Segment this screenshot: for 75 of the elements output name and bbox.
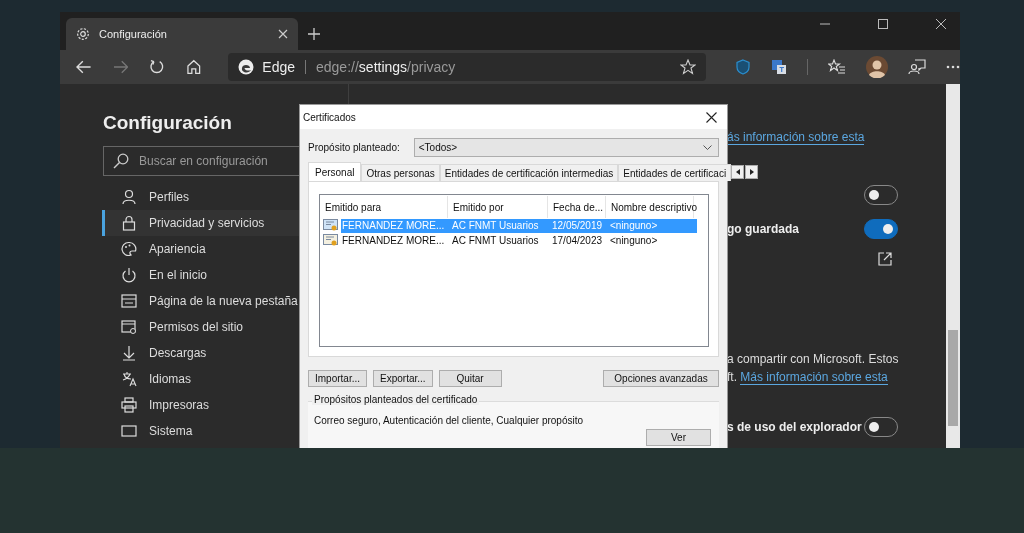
dialog-title: Certificados: [303, 111, 356, 123]
dialog-tab[interactable]: Entidades de certificaci: [618, 164, 732, 181]
url-text: edge://settings/privacy: [316, 59, 456, 75]
sidebar-item[interactable]: Página de la nueva pestaña: [102, 288, 348, 314]
favorites-icon[interactable]: [828, 59, 846, 75]
back-icon[interactable]: [76, 60, 92, 74]
column-header[interactable]: Emitido para: [320, 196, 448, 218]
purpose-dropdown[interactable]: <Todos>: [413, 138, 719, 157]
sidebar-item[interactable]: Permisos del sitio: [102, 314, 348, 340]
dialog-button[interactable]: Exportar...: [373, 370, 433, 387]
left-arrow-icon: [735, 169, 740, 175]
dialog-button[interactable]: Importar...: [308, 370, 367, 387]
settings-icon: [76, 27, 90, 41]
sidebar-item[interactable]: En el inicio: [102, 262, 348, 288]
menu-item-icon: [121, 215, 137, 231]
search-icon: [113, 153, 129, 169]
table-cell-text: FERNANDEZ MORE...: [341, 235, 446, 246]
dialog-tab[interactable]: Entidades de certificación intermedias: [439, 164, 619, 181]
menu-item-icon: [121, 345, 137, 361]
shield-icon[interactable]: [735, 59, 751, 75]
close-icon[interactable]: [706, 111, 717, 123]
table-cell-text: AC FNMT Usuarios: [451, 220, 540, 231]
description-text: a compartir con Microsoft. Estos: [727, 352, 899, 366]
menu-item-icon: [121, 293, 137, 309]
more-icon[interactable]: [946, 65, 960, 69]
description-text: ft. Más información sobre esta: [727, 370, 888, 384]
group-title: Propósitos planteados del certificado: [312, 394, 480, 405]
menu-item-icon: [121, 241, 137, 257]
certificate-icon: [323, 234, 339, 247]
avatar[interactable]: [866, 56, 888, 78]
certificate-row[interactable]: FERNANDEZ MORE... AC FNMT Usuarios 17/04/2023 <ninguno>: [341, 233, 697, 248]
new-tab-icon[interactable]: [308, 28, 320, 40]
view-button[interactable]: Ver: [646, 429, 711, 446]
column-header[interactable]: Emitido por: [448, 196, 548, 218]
menu-item-icon: [121, 319, 137, 335]
dialog-tab[interactable]: Otras personas: [361, 164, 440, 181]
menu-item-icon: [121, 189, 137, 205]
purposes-text: Correo seguro, Autenticación del cliente, Cualquier propósito: [314, 415, 585, 426]
toggle-switch[interactable]: [864, 219, 899, 239]
table-cell-text: <ninguno>: [609, 220, 659, 231]
dialog-tab[interactable]: Personal: [308, 162, 362, 181]
table-cell-text: 17/04/2023: [551, 235, 604, 246]
browser-brand: Edge: [262, 59, 295, 75]
external-link-icon[interactable]: [878, 252, 893, 266]
advanced-options-button[interactable]: Opciones avanzadas: [603, 370, 719, 387]
column-header[interactable]: Fecha de...: [548, 196, 606, 218]
menu-item-icon: [121, 397, 137, 413]
chevron-down-icon: [703, 145, 712, 150]
menu-item-icon: [121, 267, 137, 283]
sidebar-item[interactable]: Descargas: [102, 340, 348, 366]
table-cell-text: AC FNMT Usuarios: [451, 235, 540, 246]
browser-logo-icon: [238, 59, 255, 75]
certificate-icon: [323, 219, 339, 232]
learn-more-link[interactable]: Más información sobre esta: [740, 370, 888, 385]
address-bar[interactable]: Edge edge://settings/privacy: [228, 53, 706, 81]
dialog-button[interactable]: Quitar: [438, 370, 502, 387]
page-title: Configuración: [103, 112, 232, 134]
right-arrow-icon: [749, 169, 754, 175]
translate-icon[interactable]: [771, 59, 787, 75]
browser-tab[interactable]: Configuración: [66, 18, 298, 50]
scroll-left-button[interactable]: [731, 165, 745, 179]
feedback-icon[interactable]: [908, 59, 926, 75]
scrollbar[interactable]: [946, 84, 960, 448]
table-cell-text: 12/05/2019: [551, 220, 604, 231]
home-icon[interactable]: [185, 59, 202, 75]
menu-item-icon: [121, 423, 137, 439]
setting-label: go guardada: [727, 222, 799, 236]
scroll-right-button[interactable]: [745, 165, 759, 179]
table-cell-text: <ninguno>: [609, 235, 659, 246]
star-icon[interactable]: [680, 59, 696, 75]
setting-label: s de uso del explorador: [727, 420, 862, 434]
menu-item-icon: [121, 371, 137, 387]
maximize-icon[interactable]: [878, 19, 888, 29]
refresh-icon[interactable]: [149, 59, 165, 75]
close-icon[interactable]: [936, 19, 946, 29]
